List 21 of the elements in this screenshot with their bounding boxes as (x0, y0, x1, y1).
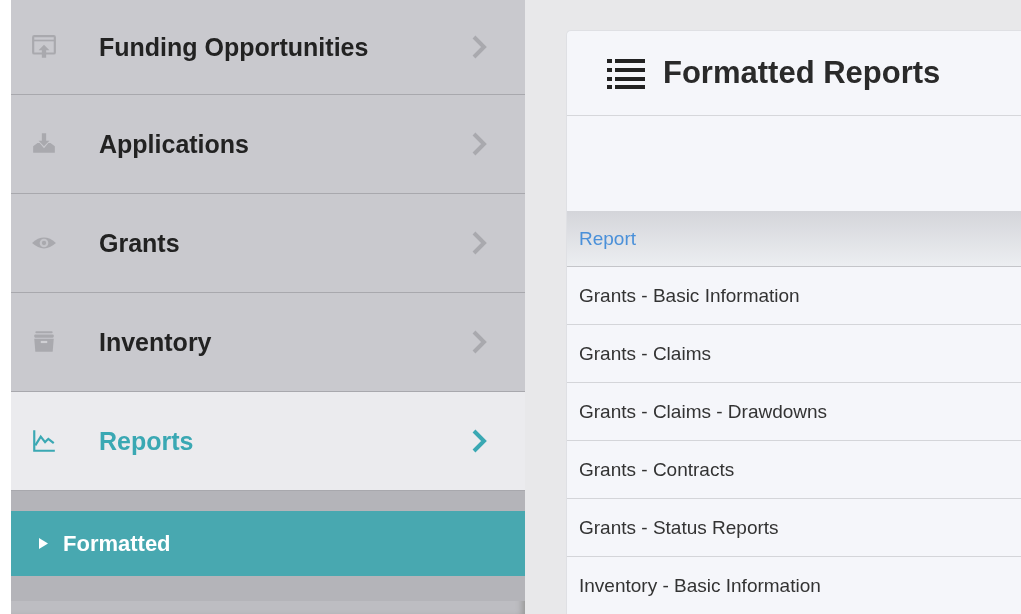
nav-item[interactable]: Grants (11, 194, 525, 293)
triangle-icon (39, 538, 48, 549)
chevron-icon (471, 231, 487, 255)
nav-icon (31, 428, 57, 454)
nav-item[interactable]: Applications (11, 95, 525, 194)
table-cell[interactable]: Grants - Contracts (567, 441, 1021, 499)
chevron-icon (471, 35, 487, 59)
list-icon (607, 57, 645, 89)
chevron-icon (471, 429, 487, 453)
chevron-icon (471, 132, 487, 156)
nav-icon (31, 34, 57, 60)
chevron-icon (471, 330, 487, 354)
table-cell[interactable]: Grants - Claims (567, 325, 1021, 383)
table-cell[interactable]: Grants - Claims - Drawdowns (567, 383, 1021, 441)
table-cell[interactable]: Grants - Basic Information (567, 267, 1021, 325)
nav-item[interactable]: Inventory (11, 293, 525, 392)
nav-icon (31, 329, 57, 355)
table-cell[interactable]: Inventory - Basic Information (567, 557, 1021, 614)
table-cell[interactable]: Grants - Status Reports (567, 499, 1021, 557)
nav-item[interactable]: Funding Opportunities (11, 0, 525, 95)
panel-title: Formatted Reports (663, 55, 941, 91)
